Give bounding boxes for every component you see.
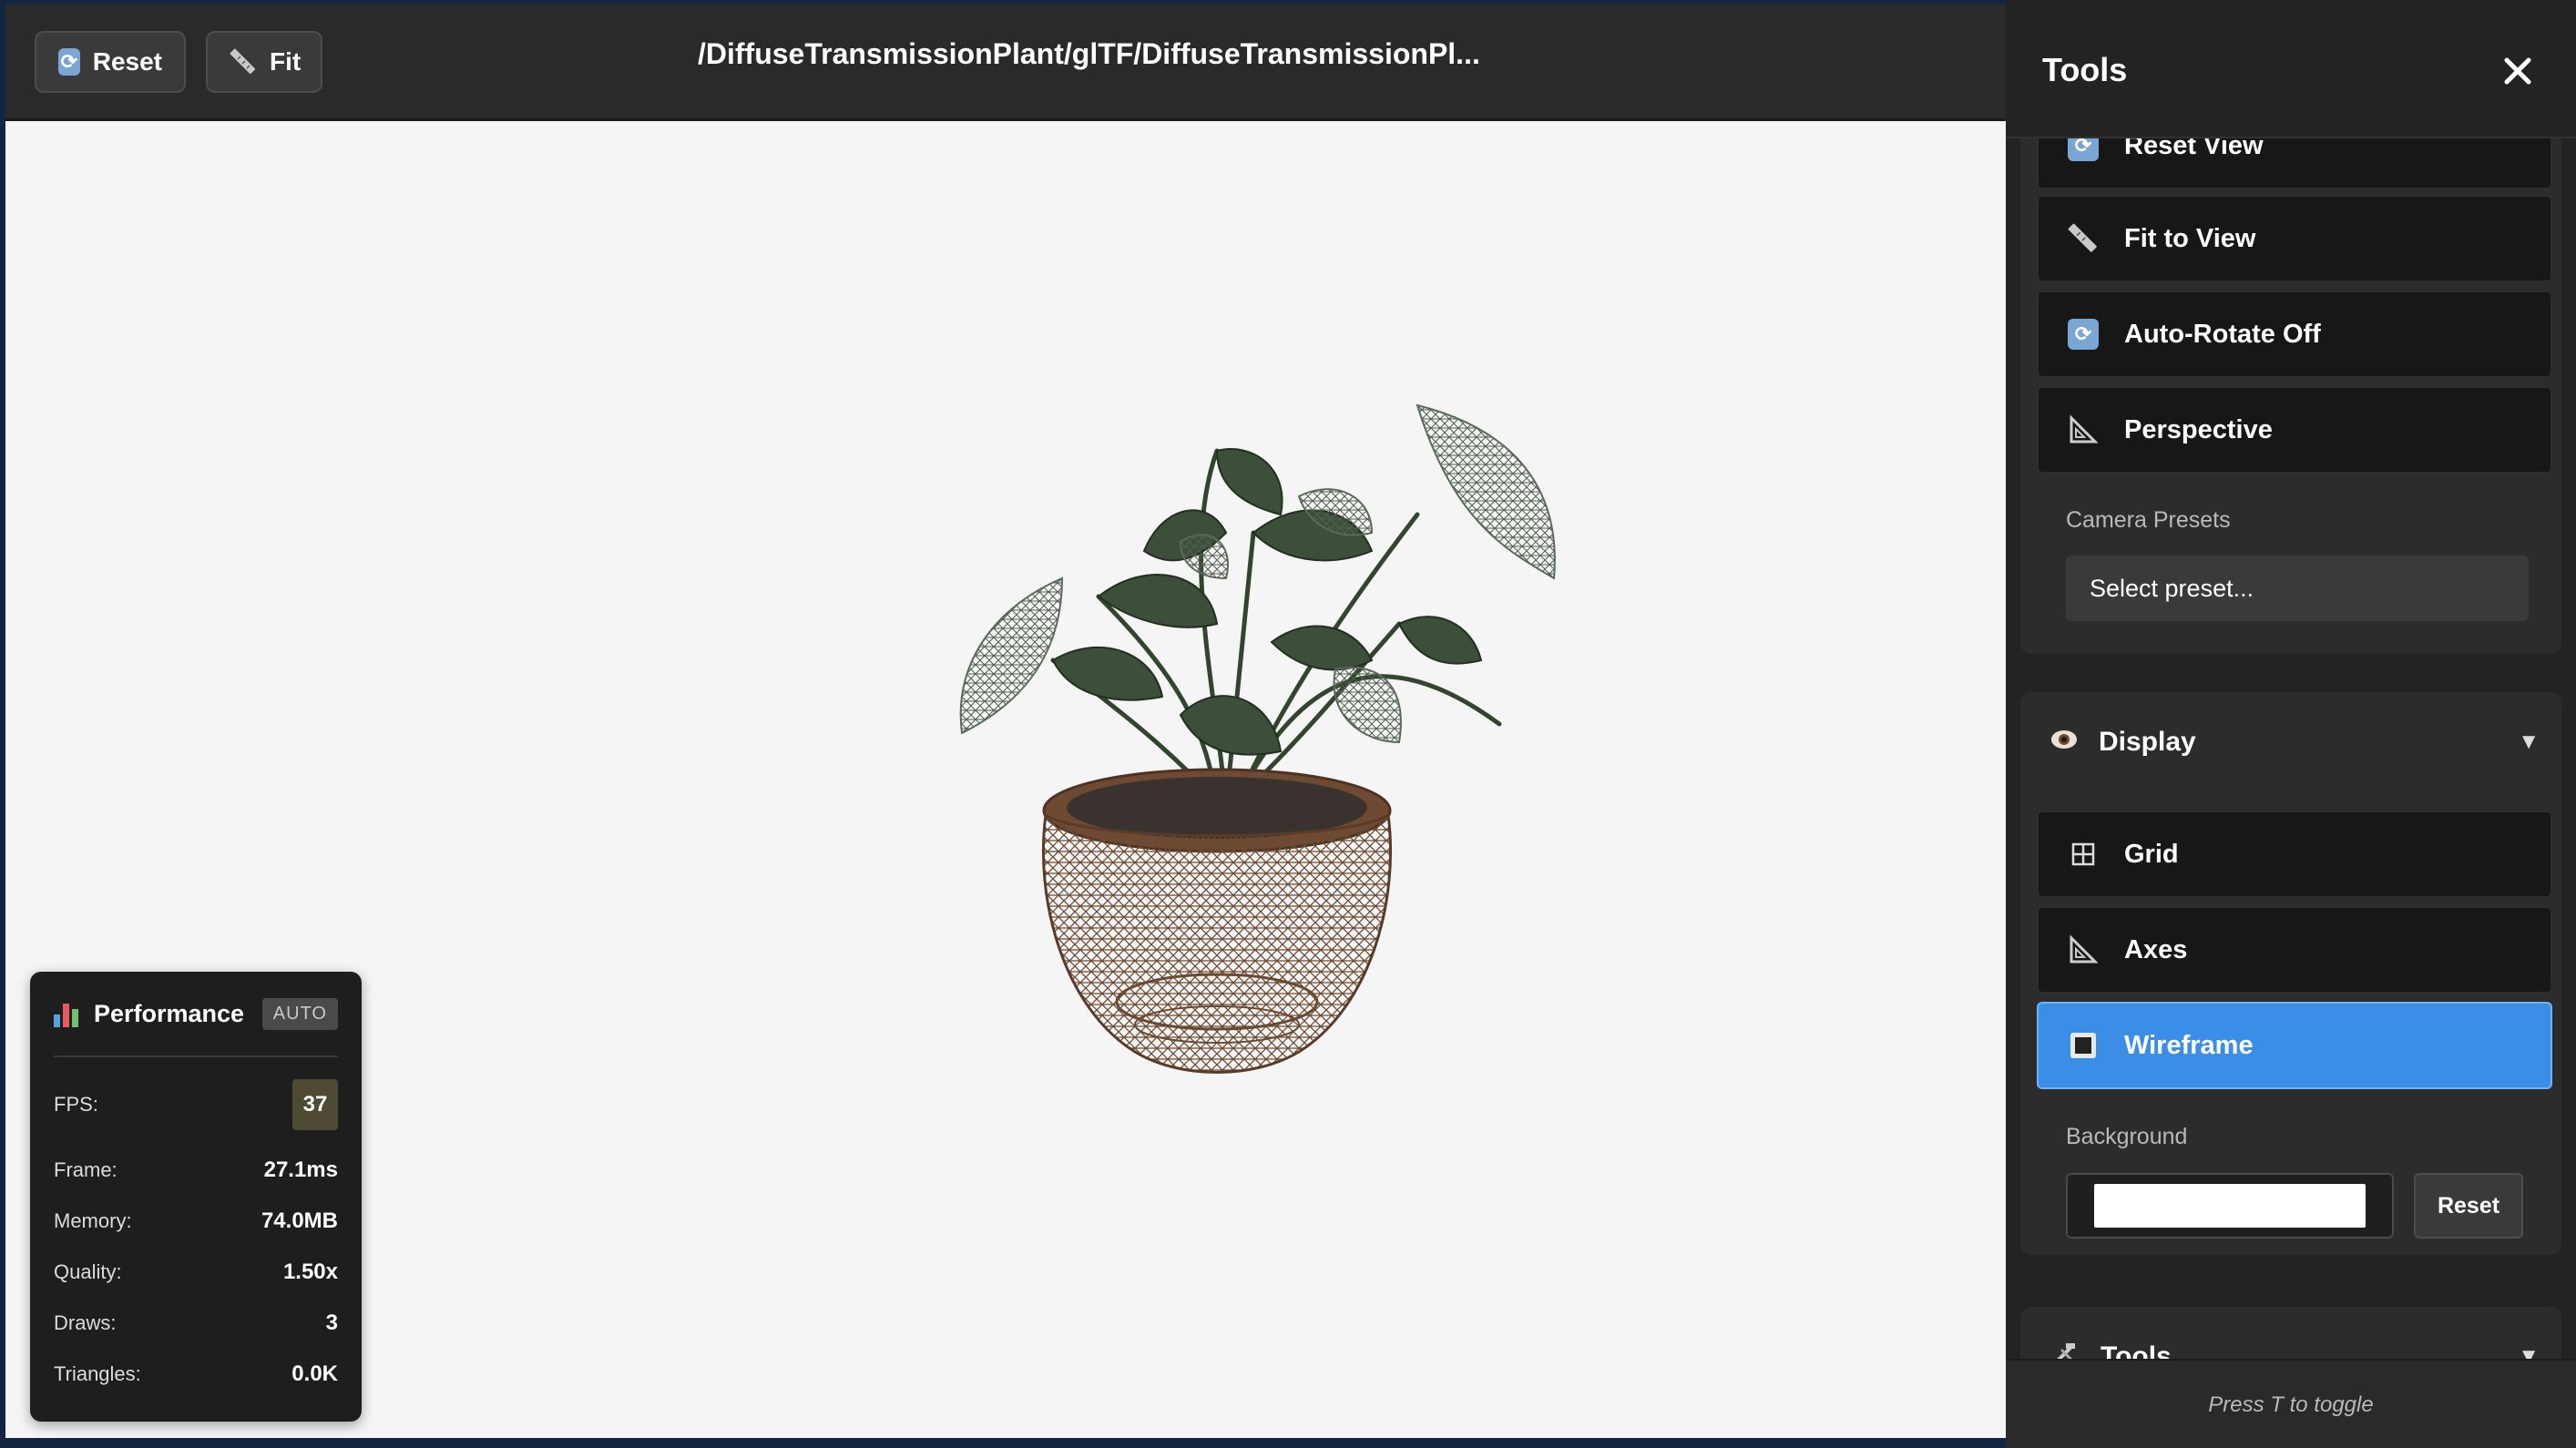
chevron-down-icon: ▼	[2518, 1344, 2540, 1359]
viewer-toolbar: ⟳ Reset Fit /DiffuseTransmissionPlant/gl…	[5, 5, 2006, 121]
hammer-wrench-icon	[2050, 1338, 2080, 1359]
refresh-icon: ⟳	[2066, 138, 2101, 163]
reset-button[interactable]: ⟳ Reset	[35, 31, 186, 93]
viewer-canvas[interactable]: ⟳ Reset Fit /DiffuseTransmissionPlant/gl…	[5, 5, 2006, 1438]
wireframe-toggle[interactable]: Wireframe	[2037, 1002, 2552, 1089]
memory-row: Memory: 74.0MB	[54, 1196, 338, 1247]
ruler-icon	[230, 47, 257, 76]
axes-toggle[interactable]: Axes	[2037, 906, 2552, 994]
refresh-icon: ⟳	[58, 48, 80, 76]
tools-sidebar: Tools ⟳ Reset View Fit to View ⟳ Auto-Ro…	[2006, 0, 2576, 1448]
performance-header: Performance AUTO	[54, 972, 338, 1057]
quality-value: 1.50x	[282, 1259, 338, 1284]
ruler-icon	[2066, 221, 2101, 256]
triangle-ruler-icon	[2066, 413, 2101, 447]
chevron-down-icon: ▼	[2518, 729, 2540, 754]
sidebar-header: Tools	[2006, 0, 2576, 138]
refresh-icon: ⟳	[2066, 317, 2101, 352]
draws-value: 3	[325, 1310, 338, 1335]
preset-select-value: Select preset...	[2090, 574, 2254, 602]
plant-model	[959, 403, 1556, 1074]
auto-rotate-label: Auto-Rotate Off	[2124, 319, 2321, 349]
grid-toggle[interactable]: Grid	[2037, 811, 2552, 898]
camera-presets-label: Camera Presets	[2066, 507, 2231, 533]
memory-label: Memory:	[54, 1209, 132, 1232]
triangles-row: Triangles: 0.0K	[54, 1349, 338, 1400]
wireframe-label: Wireframe	[2124, 1030, 2254, 1060]
reset-view-label: Reset View	[2124, 138, 2264, 160]
grid-icon	[2066, 837, 2101, 872]
model-path-title: /DiffuseTransmissionPlant/glTF/DiffuseTr…	[698, 37, 1480, 70]
background-color-swatch	[2094, 1184, 2366, 1228]
frame-value: 27.1ms	[263, 1157, 338, 1182]
sidebar-footer-hint: Press T to toggle	[2006, 1359, 2576, 1448]
fps-label: FPS:	[54, 1093, 98, 1116]
background-label: Background	[2066, 1124, 2188, 1149]
memory-value: 74.0MB	[261, 1208, 338, 1233]
triangles-label: Triangles:	[54, 1362, 141, 1385]
tools-section-title: Tools	[2101, 1341, 2172, 1359]
frame-label: Frame:	[54, 1158, 118, 1181]
auto-badge[interactable]: AUTO	[261, 997, 338, 1030]
performance-title: Performance	[94, 999, 245, 1027]
quality-label: Quality:	[54, 1260, 122, 1283]
auto-rotate-button[interactable]: ⟳ Auto-Rotate Off	[2037, 291, 2552, 378]
draws-label: Draws:	[54, 1311, 117, 1334]
fps-value: 37	[292, 1079, 338, 1130]
reset-view-button[interactable]: ⟳ Reset View	[2037, 138, 2552, 189]
camera-preset-select[interactable]: Select preset...	[2066, 556, 2529, 621]
fit-button-label: Fit	[270, 47, 302, 76]
tools-section-header[interactable]: Tools ▼	[2020, 1307, 2561, 1359]
background-color-input[interactable]	[2066, 1173, 2394, 1239]
grid-label: Grid	[2124, 839, 2179, 869]
sidebar-scroll-area[interactable]: ⟳ Reset View Fit to View ⟳ Auto-Rotate O…	[2006, 138, 2576, 1359]
fit-button[interactable]: Fit	[206, 31, 322, 93]
axes-label: Axes	[2124, 934, 2188, 964]
reset-button-label: Reset	[92, 47, 162, 76]
sidebar-title: Tools	[2042, 51, 2128, 88]
frame-row: Frame: 27.1ms	[54, 1145, 338, 1196]
performance-panel: Performance AUTO FPS: 37 Frame: 27.1ms M…	[30, 972, 362, 1422]
fps-row: FPS: 37	[54, 1065, 338, 1145]
triangles-value: 0.0K	[291, 1361, 338, 1386]
draws-row: Draws: 3	[54, 1298, 338, 1349]
perspective-label: Perspective	[2124, 414, 2273, 444]
display-section-title: Display	[2099, 727, 2196, 757]
fit-to-view-button[interactable]: Fit to View	[2037, 195, 2552, 282]
eye-icon	[2050, 727, 2079, 758]
quality-row: Quality: 1.50x	[54, 1247, 338, 1298]
chart-icon	[54, 1000, 81, 1027]
triangle-ruler-icon	[2066, 933, 2101, 967]
perspective-button[interactable]: Perspective	[2037, 386, 2552, 474]
background-reset-button[interactable]: Reset	[2414, 1173, 2523, 1239]
display-section-header[interactable]: Display ▼	[2020, 692, 2561, 792]
close-icon[interactable]	[2498, 51, 2538, 91]
fit-to-view-label: Fit to View	[2124, 223, 2256, 253]
square-icon	[2066, 1028, 2101, 1063]
